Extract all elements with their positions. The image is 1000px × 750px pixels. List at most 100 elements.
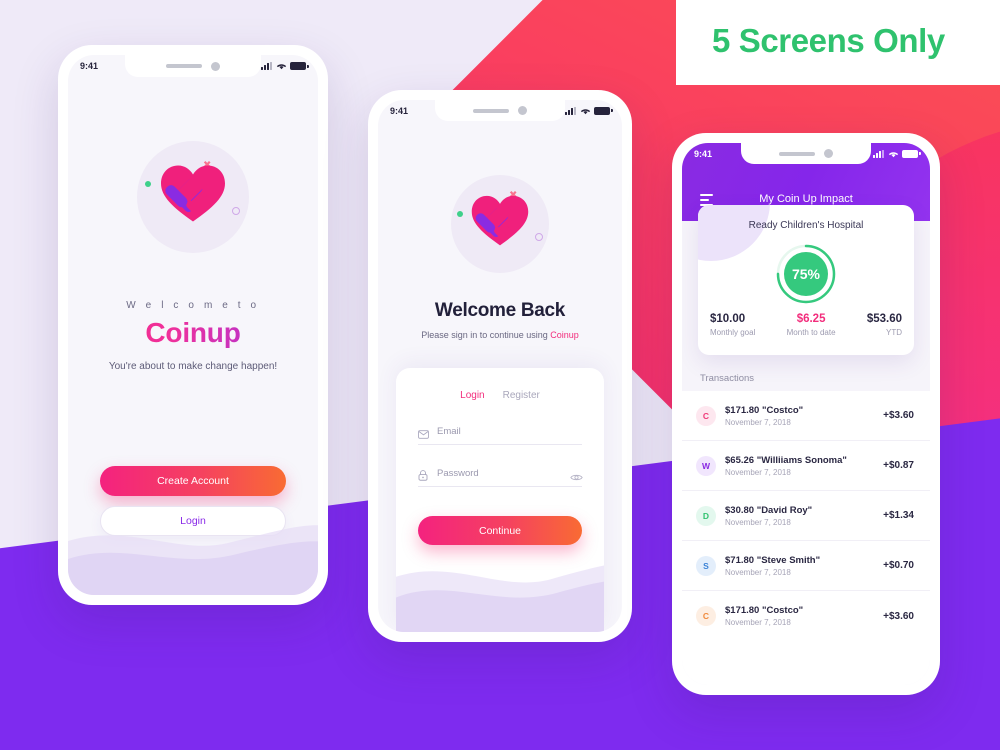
transaction-details: $171.80 "Costco" November 7, 2018 <box>725 405 883 427</box>
page-title: Welcome Back <box>434 300 566 321</box>
stat-label: Month to date <box>786 328 836 337</box>
decorative-waves <box>68 525 318 595</box>
transaction-amount: +$0.87 <box>883 460 914 471</box>
stat-label: YTD <box>886 328 902 337</box>
status-time: 9:41 <box>390 105 409 116</box>
transaction-row[interactable]: W $65.26 "Williiams Sonoma" November 7, 20… <box>682 441 930 491</box>
stat-value: $6.25 <box>796 313 826 325</box>
password-field[interactable]: Password <box>418 468 583 487</box>
battery-icon <box>902 149 921 158</box>
transaction-avatar: C <box>696 606 716 626</box>
create-account-button[interactable]: Create Account <box>100 466 286 496</box>
transaction-avatar: C <box>696 405 716 426</box>
decorative-green-dot <box>145 181 151 187</box>
transaction-title: $65.26 "Williiams Sonoma" <box>725 454 847 466</box>
transaction-date: November 7, 2018 <box>725 467 791 477</box>
transaction-date: November 7, 2018 <box>725 517 791 527</box>
transaction-date: November 7, 2018 <box>725 618 791 627</box>
logo-badge: ✖ <box>451 175 549 273</box>
transaction-avatar: W <box>696 455 716 476</box>
email-placeholder: Email <box>437 426 461 437</box>
welcome-tagline: You're about to make change happen! <box>108 361 278 372</box>
email-field[interactable]: Email <box>418 426 582 445</box>
auth-tabs: Login Register <box>396 368 604 401</box>
organization-name: Ready Children's Hospital <box>748 220 864 231</box>
welcome-eyebrow: W e l c o m e t o <box>126 300 260 311</box>
transactions-header: Transactions <box>700 372 755 384</box>
transaction-details: $30.80 "David Roy" November 7, 2018 <box>725 505 883 527</box>
page-subtitle: Please sign in to continue using Coinup <box>378 330 622 340</box>
stat-value: $10.00 <box>710 313 746 325</box>
card-decorative-circle <box>698 205 770 261</box>
decorative-green-dot <box>457 211 463 217</box>
cellular-signal-icon <box>873 149 884 158</box>
subtitle-brand: Coinup <box>550 330 579 340</box>
brand-name: Coinup <box>68 317 318 349</box>
impact-card: Ready Children's Hospital 75% $10.00 Mon… <box>698 205 914 355</box>
transactions-list[interactable]: C $171.80 "Costco" November 7, 2018 +$3.60 W… <box>682 391 930 685</box>
transaction-row[interactable]: D $30.80 "David Roy" November 7, 2018 +$1.3… <box>682 491 930 541</box>
tab-register[interactable]: Register <box>503 390 540 401</box>
password-placeholder: Password <box>437 468 479 479</box>
transaction-date: November 7, 2018 <box>725 567 791 577</box>
eye-icon[interactable] <box>570 469 583 481</box>
transaction-details: $71.80 "Steve Smith" November 7, 2018 <box>725 555 883 577</box>
transaction-row[interactable]: C $171.80 "Costco" November 7, 2018 +$3.60 <box>682 591 930 641</box>
mail-icon <box>418 426 429 439</box>
progress-percent-label: 75% <box>791 266 821 282</box>
transaction-title: $171.80 "Costco" <box>725 605 804 616</box>
screen-login: 9:41 ✖ Welcome Back Please sign in to co… <box>378 100 622 632</box>
status-time: 9:41 <box>80 61 99 71</box>
decorative-ring-dot <box>535 233 543 241</box>
subtitle-text: Please sign in to continue using <box>421 330 551 340</box>
stat-value: $53.60 <box>866 313 902 325</box>
status-icons <box>565 106 613 115</box>
login-card: Login Register Email Password Continue <box>396 368 604 632</box>
transaction-avatar: S <box>696 555 716 576</box>
transaction-date: November 7, 2018 <box>725 417 791 427</box>
cellular-signal-icon <box>565 106 576 115</box>
transaction-row[interactable]: C $171.80 "Costco" November 7, 2018 +$3.60 <box>682 391 930 441</box>
transaction-title: $71.80 "Steve Smith" <box>725 554 821 566</box>
screen-welcome: 9:41 ✖ W e l c o m e t o Coinup You're a… <box>68 55 318 595</box>
stat-monthly-goal: $10.00 Monthly goal <box>710 313 755 337</box>
transaction-title: $30.80 "David Roy" <box>725 504 813 516</box>
transaction-amount: +$0.70 <box>883 560 914 571</box>
stat-month-to-date: $6.25 Month to date <box>787 313 836 337</box>
tab-login[interactable]: Login <box>460 390 484 401</box>
transaction-details: $65.26 "Williiams Sonoma" November 7, 201… <box>725 455 883 477</box>
screenshot-canvas: 5 Screens Only 9:41 ✖ W e l c o m e t o … <box>0 0 1000 750</box>
status-icons <box>873 149 921 158</box>
handshake-heart-logo <box>470 194 530 254</box>
decorative-ring-dot <box>232 207 240 215</box>
transaction-row[interactable]: S $71.80 "Steve Smith" November 7, 2018 +$0… <box>682 541 930 591</box>
screen-impact: 9:41 My Coin Up Impact Ready Children's … <box>682 143 930 685</box>
transaction-amount: +$1.34 <box>883 510 914 521</box>
logo-badge: ✖ <box>137 141 249 253</box>
stat-ytd: $53.60 YTD <box>867 313 902 337</box>
lock-icon <box>418 468 429 481</box>
phone-screen-welcome: 9:41 ✖ W e l c o m e t o Coinup You're a… <box>58 45 328 605</box>
impact-stats: $10.00 Monthly goal $6.25 Month to date … <box>710 313 902 337</box>
wifi-icon <box>276 62 287 70</box>
phone-screen-login: 9:41 ✖ Welcome Back Please sign in to co… <box>368 90 632 642</box>
transaction-details: $171.80 "Costco" November 7, 2018 <box>725 605 883 627</box>
transaction-title: $171.80 "Costco" <box>725 404 804 416</box>
banner-text: 5 Screens Only <box>712 22 945 59</box>
status-bar: 9:41 <box>682 143 930 164</box>
status-icons <box>261 62 309 70</box>
status-bar: 9:41 <box>68 55 318 77</box>
cellular-signal-icon <box>261 62 272 70</box>
phone-screen-impact: 9:41 My Coin Up Impact Ready Children's … <box>672 133 940 695</box>
battery-icon <box>290 62 309 70</box>
battery-icon <box>594 106 613 115</box>
progress-ring: 75% <box>775 243 837 305</box>
status-bar: 9:41 <box>378 100 622 121</box>
status-time: 9:41 <box>694 148 713 159</box>
wifi-icon <box>888 150 899 158</box>
transaction-amount: +$3.60 <box>883 410 914 421</box>
transaction-amount: +$3.60 <box>883 610 914 622</box>
stat-label: Monthly goal <box>710 328 756 337</box>
handshake-heart-logo <box>159 164 227 231</box>
decorative-waves <box>396 565 604 632</box>
